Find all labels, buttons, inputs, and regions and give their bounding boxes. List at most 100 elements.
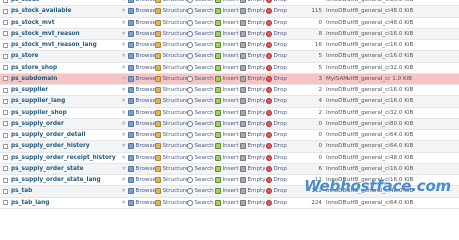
empty-button[interactable]: Empty (240, 108, 266, 118)
favorite-star-icon[interactable]: ★ (121, 85, 126, 95)
row-checkbox[interactable] (3, 166, 8, 172)
insert-button[interactable]: Insert (215, 51, 239, 61)
favorite-star-icon[interactable]: ★ (121, 164, 126, 174)
insert-button[interactable]: Insert (215, 141, 239, 151)
empty-button[interactable]: Empty (240, 74, 266, 84)
insert-button[interactable]: Insert (215, 96, 239, 106)
structure-button[interactable]: Structure (155, 175, 189, 185)
row-checkbox[interactable] (3, 20, 8, 25)
search-button[interactable]: Search (187, 6, 214, 16)
drop-button[interactable]: Drop (266, 108, 287, 118)
structure-button[interactable]: Structure (155, 63, 189, 73)
structure-button[interactable]: Structure (155, 119, 189, 129)
search-button[interactable]: Search (187, 51, 214, 61)
insert-button[interactable]: Insert (215, 74, 239, 84)
drop-button[interactable]: Drop (266, 6, 287, 16)
insert-button[interactable]: Insert (215, 130, 239, 140)
favorite-star-icon[interactable]: ★ (121, 153, 126, 163)
row-checkbox[interactable] (3, 110, 8, 115)
search-button[interactable]: Search (187, 40, 214, 50)
empty-button[interactable]: Empty (240, 40, 266, 50)
table-name-link[interactable]: ps_tab_lang (11, 198, 49, 208)
favorite-star-icon[interactable]: ★ (121, 186, 126, 196)
table-name-link[interactable]: ps_supply_order_state_lang (11, 175, 101, 185)
search-button[interactable]: Search (187, 186, 214, 196)
row-checkbox[interactable] (3, 87, 8, 93)
table-name-link[interactable]: ps_supplier (11, 85, 48, 95)
favorite-star-icon[interactable]: ★ (121, 198, 126, 208)
structure-button[interactable]: Structure (155, 40, 189, 50)
drop-button[interactable]: Drop (266, 119, 287, 129)
browse-button[interactable]: Browse (128, 164, 156, 174)
table-name-link[interactable]: ps_supply_order_receipt_history (11, 153, 116, 163)
drop-button[interactable]: Drop (266, 51, 287, 61)
empty-button[interactable]: Empty (240, 175, 266, 185)
favorite-star-icon[interactable]: ★ (121, 119, 126, 129)
empty-button[interactable]: Empty (240, 18, 266, 28)
table-name-link[interactable]: ps_stock_mvt_reason_lang (11, 40, 97, 50)
row-checkbox[interactable] (3, 121, 8, 127)
drop-button[interactable]: Drop (266, 63, 287, 73)
insert-button[interactable]: Insert (215, 198, 239, 208)
row-checkbox[interactable] (3, 53, 8, 59)
table-name-link[interactable]: ps_stock (11, 0, 39, 5)
favorite-star-icon[interactable]: ★ (121, 96, 126, 106)
browse-button[interactable]: Browse (128, 175, 156, 185)
structure-button[interactable]: Structure (155, 51, 189, 61)
drop-button[interactable]: Drop (266, 186, 287, 196)
table-name-link[interactable]: ps_supplier_lang (11, 96, 65, 106)
structure-button[interactable]: Structure (155, 164, 189, 174)
row-checkbox[interactable] (3, 42, 8, 48)
browse-button[interactable]: Browse (128, 51, 156, 61)
browse-button[interactable]: Browse (128, 186, 156, 196)
structure-button[interactable]: Structure (155, 85, 189, 95)
row-checkbox[interactable] (3, 31, 8, 37)
empty-button[interactable]: Empty (240, 6, 266, 16)
drop-button[interactable]: Drop (266, 0, 287, 5)
browse-button[interactable]: Browse (128, 141, 156, 151)
browse-button[interactable]: Browse (128, 153, 156, 163)
table-name-link[interactable]: ps_store_shop (11, 63, 57, 73)
table-name-link[interactable]: ps_stock_mvt_reason (11, 29, 80, 39)
browse-button[interactable]: Browse (128, 6, 156, 16)
row-checkbox[interactable] (3, 98, 8, 104)
table-name-link[interactable]: ps_stock_available (11, 6, 71, 16)
insert-button[interactable]: Insert (215, 186, 239, 196)
empty-button[interactable]: Empty (240, 119, 266, 129)
browse-button[interactable]: Browse (128, 74, 156, 84)
empty-button[interactable]: Empty (240, 141, 266, 151)
structure-button[interactable]: Structure (155, 6, 189, 16)
empty-button[interactable]: Empty (240, 153, 266, 163)
search-button[interactable]: Search (187, 175, 214, 185)
browse-button[interactable]: Browse (128, 63, 156, 73)
structure-button[interactable]: Structure (155, 96, 189, 106)
empty-button[interactable]: Empty (240, 186, 266, 196)
browse-button[interactable]: Browse (128, 40, 156, 50)
search-button[interactable]: Search (187, 153, 214, 163)
search-button[interactable]: Search (187, 63, 214, 73)
insert-button[interactable]: Insert (215, 6, 239, 16)
favorite-star-icon[interactable]: ★ (121, 51, 126, 61)
insert-button[interactable]: Insert (215, 0, 239, 5)
row-checkbox[interactable] (3, 177, 8, 183)
empty-button[interactable]: Empty (240, 51, 266, 61)
table-name-link[interactable]: ps_subdomain (11, 74, 57, 84)
browse-button[interactable]: Browse (128, 29, 156, 39)
favorite-star-icon[interactable]: ★ (121, 63, 126, 73)
favorite-star-icon[interactable]: ★ (121, 40, 126, 50)
row-checkbox[interactable] (3, 143, 8, 149)
drop-button[interactable]: Drop (266, 153, 287, 163)
search-button[interactable]: Search (187, 29, 214, 39)
empty-button[interactable]: Empty (240, 164, 266, 174)
search-button[interactable]: Search (187, 74, 214, 84)
search-button[interactable]: Search (187, 108, 214, 118)
drop-button[interactable]: Drop (266, 74, 287, 84)
browse-button[interactable]: Browse (128, 108, 156, 118)
drop-button[interactable]: Drop (266, 96, 287, 106)
browse-button[interactable]: Browse (128, 96, 156, 106)
structure-button[interactable]: Structure (155, 18, 189, 28)
drop-button[interactable]: Drop (266, 85, 287, 95)
table-name-link[interactable]: ps_supply_order (11, 119, 64, 129)
browse-button[interactable]: Browse (128, 18, 156, 28)
search-button[interactable]: Search (187, 198, 214, 208)
